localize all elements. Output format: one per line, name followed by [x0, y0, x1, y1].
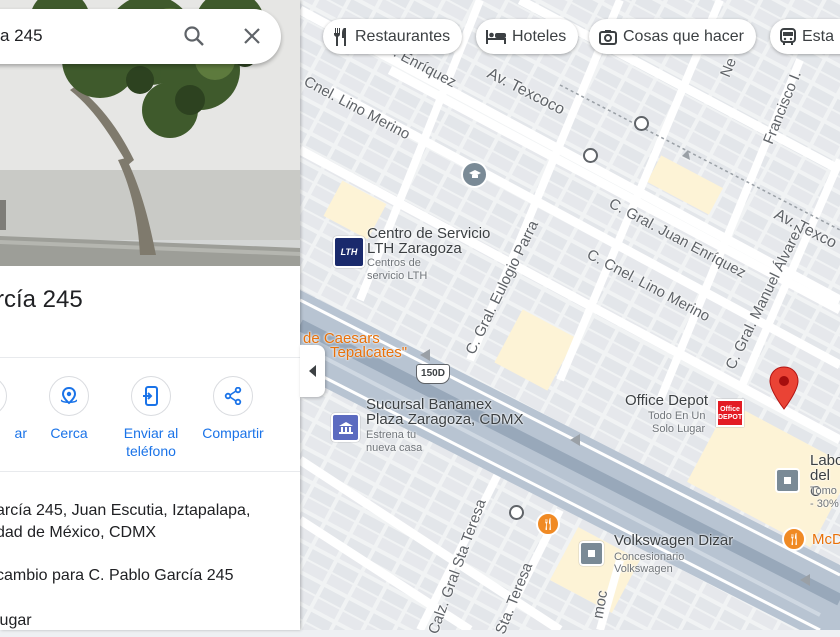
action-label: Cerca: [50, 425, 88, 441]
action-share[interactable]: Compartir: [189, 376, 277, 442]
close-icon[interactable]: [243, 27, 261, 45]
bus-stop-icon[interactable]: [634, 116, 649, 131]
chip-restaurants[interactable]: Restaurantes: [323, 19, 463, 54]
place-title: rcía 245: [0, 286, 83, 313]
divider: [0, 357, 300, 358]
poi-title[interactable]: Plaza Zaragoza, CDMX: [366, 412, 524, 428]
chip-transit[interactable]: Esta: [770, 19, 840, 54]
transit-icon: [780, 27, 796, 45]
poi-subtitle: nueva casa: [366, 442, 423, 454]
poi-subtitle: Solo Lugar: [652, 423, 706, 435]
office-depot-logo-icon[interactable]: Office DEPOT: [716, 399, 744, 427]
poi-subtitle: - 30%: [810, 498, 839, 510]
search-icon[interactable]: [183, 25, 205, 47]
action-label: teléfono: [126, 443, 176, 459]
poi-title[interactable]: Office Depot: [625, 393, 708, 409]
action-label: Enviar al: [123, 425, 179, 441]
chip-things-to-do[interactable]: Cosas que hacer: [589, 19, 756, 54]
poi-title[interactable]: Tepalcates": [330, 345, 407, 361]
suggest-edit-link[interactable]: cambio para C. Pablo García 245: [0, 567, 233, 585]
poi-subtitle: Centros de: [367, 257, 421, 269]
chip-label: Esta: [802, 27, 835, 45]
address-line[interactable]: dad de México, CDMX: [0, 524, 156, 542]
search-box[interactable]: a 245: [0, 9, 281, 64]
hotel-icon: [486, 29, 506, 44]
chevron-left-icon: [308, 365, 316, 377]
action-nearby[interactable]: Cerca: [25, 376, 113, 442]
restaurant-icon: [334, 27, 346, 46]
add-place-link[interactable]: lugar: [0, 612, 32, 630]
lth-logo-icon[interactable]: LTH: [333, 236, 365, 268]
poi-title[interactable]: Volkswagen Dizar: [614, 533, 733, 549]
chip-label: Cosas que hacer: [623, 27, 744, 45]
poi-subtitle: servicio LTH: [367, 270, 428, 282]
route-shield: 150D: [416, 364, 450, 384]
restaurant-marker-icon[interactable]: 🍴︎: [782, 527, 806, 551]
collapse-panel-button[interactable]: [300, 345, 325, 397]
poi-subtitle: Tomo: [810, 485, 837, 497]
camera-icon: [599, 29, 617, 45]
school-icon[interactable]: [461, 161, 488, 188]
chip-label: Hoteles: [512, 27, 567, 45]
chip-hotels[interactable]: Hoteles: [476, 19, 579, 54]
search-input[interactable]: a 245: [0, 26, 43, 46]
restaurant-marker-icon[interactable]: 🍴︎: [536, 512, 560, 536]
place-panel: a 245 rcía 245 ar Cerca Enviar al teléfo…: [0, 0, 300, 630]
chip-label: Restaurantes: [355, 27, 451, 45]
nearby-icon: [49, 376, 89, 416]
poi-subtitle: Volkswagen: [614, 563, 673, 575]
bus-stop-icon[interactable]: [509, 505, 524, 520]
send-to-phone-icon: [131, 376, 171, 416]
divider: [0, 471, 300, 472]
action-send-to-phone[interactable]: Enviar al teléfono: [107, 376, 195, 460]
directions-icon: [0, 376, 7, 416]
address-line[interactable]: arcía 245, Juan Escutia, Iztapalapa,: [0, 502, 250, 520]
bus-stop-icon[interactable]: [583, 148, 598, 163]
poi-subtitle: Estrena tu: [366, 429, 417, 441]
poi-subtitle: Todo En Un: [648, 410, 706, 422]
poi-subtitle: Concesionario: [614, 551, 685, 563]
location-pin-icon[interactable]: [768, 366, 800, 410]
poi-title[interactable]: McD: [812, 532, 840, 548]
shop-icon[interactable]: [579, 541, 604, 566]
poi-title[interactable]: LTH Zaragoza: [367, 241, 462, 257]
share-icon: [213, 376, 253, 416]
bank-icon[interactable]: [331, 413, 360, 442]
shop-icon[interactable]: [775, 468, 800, 493]
action-label: Compartir: [202, 425, 264, 441]
